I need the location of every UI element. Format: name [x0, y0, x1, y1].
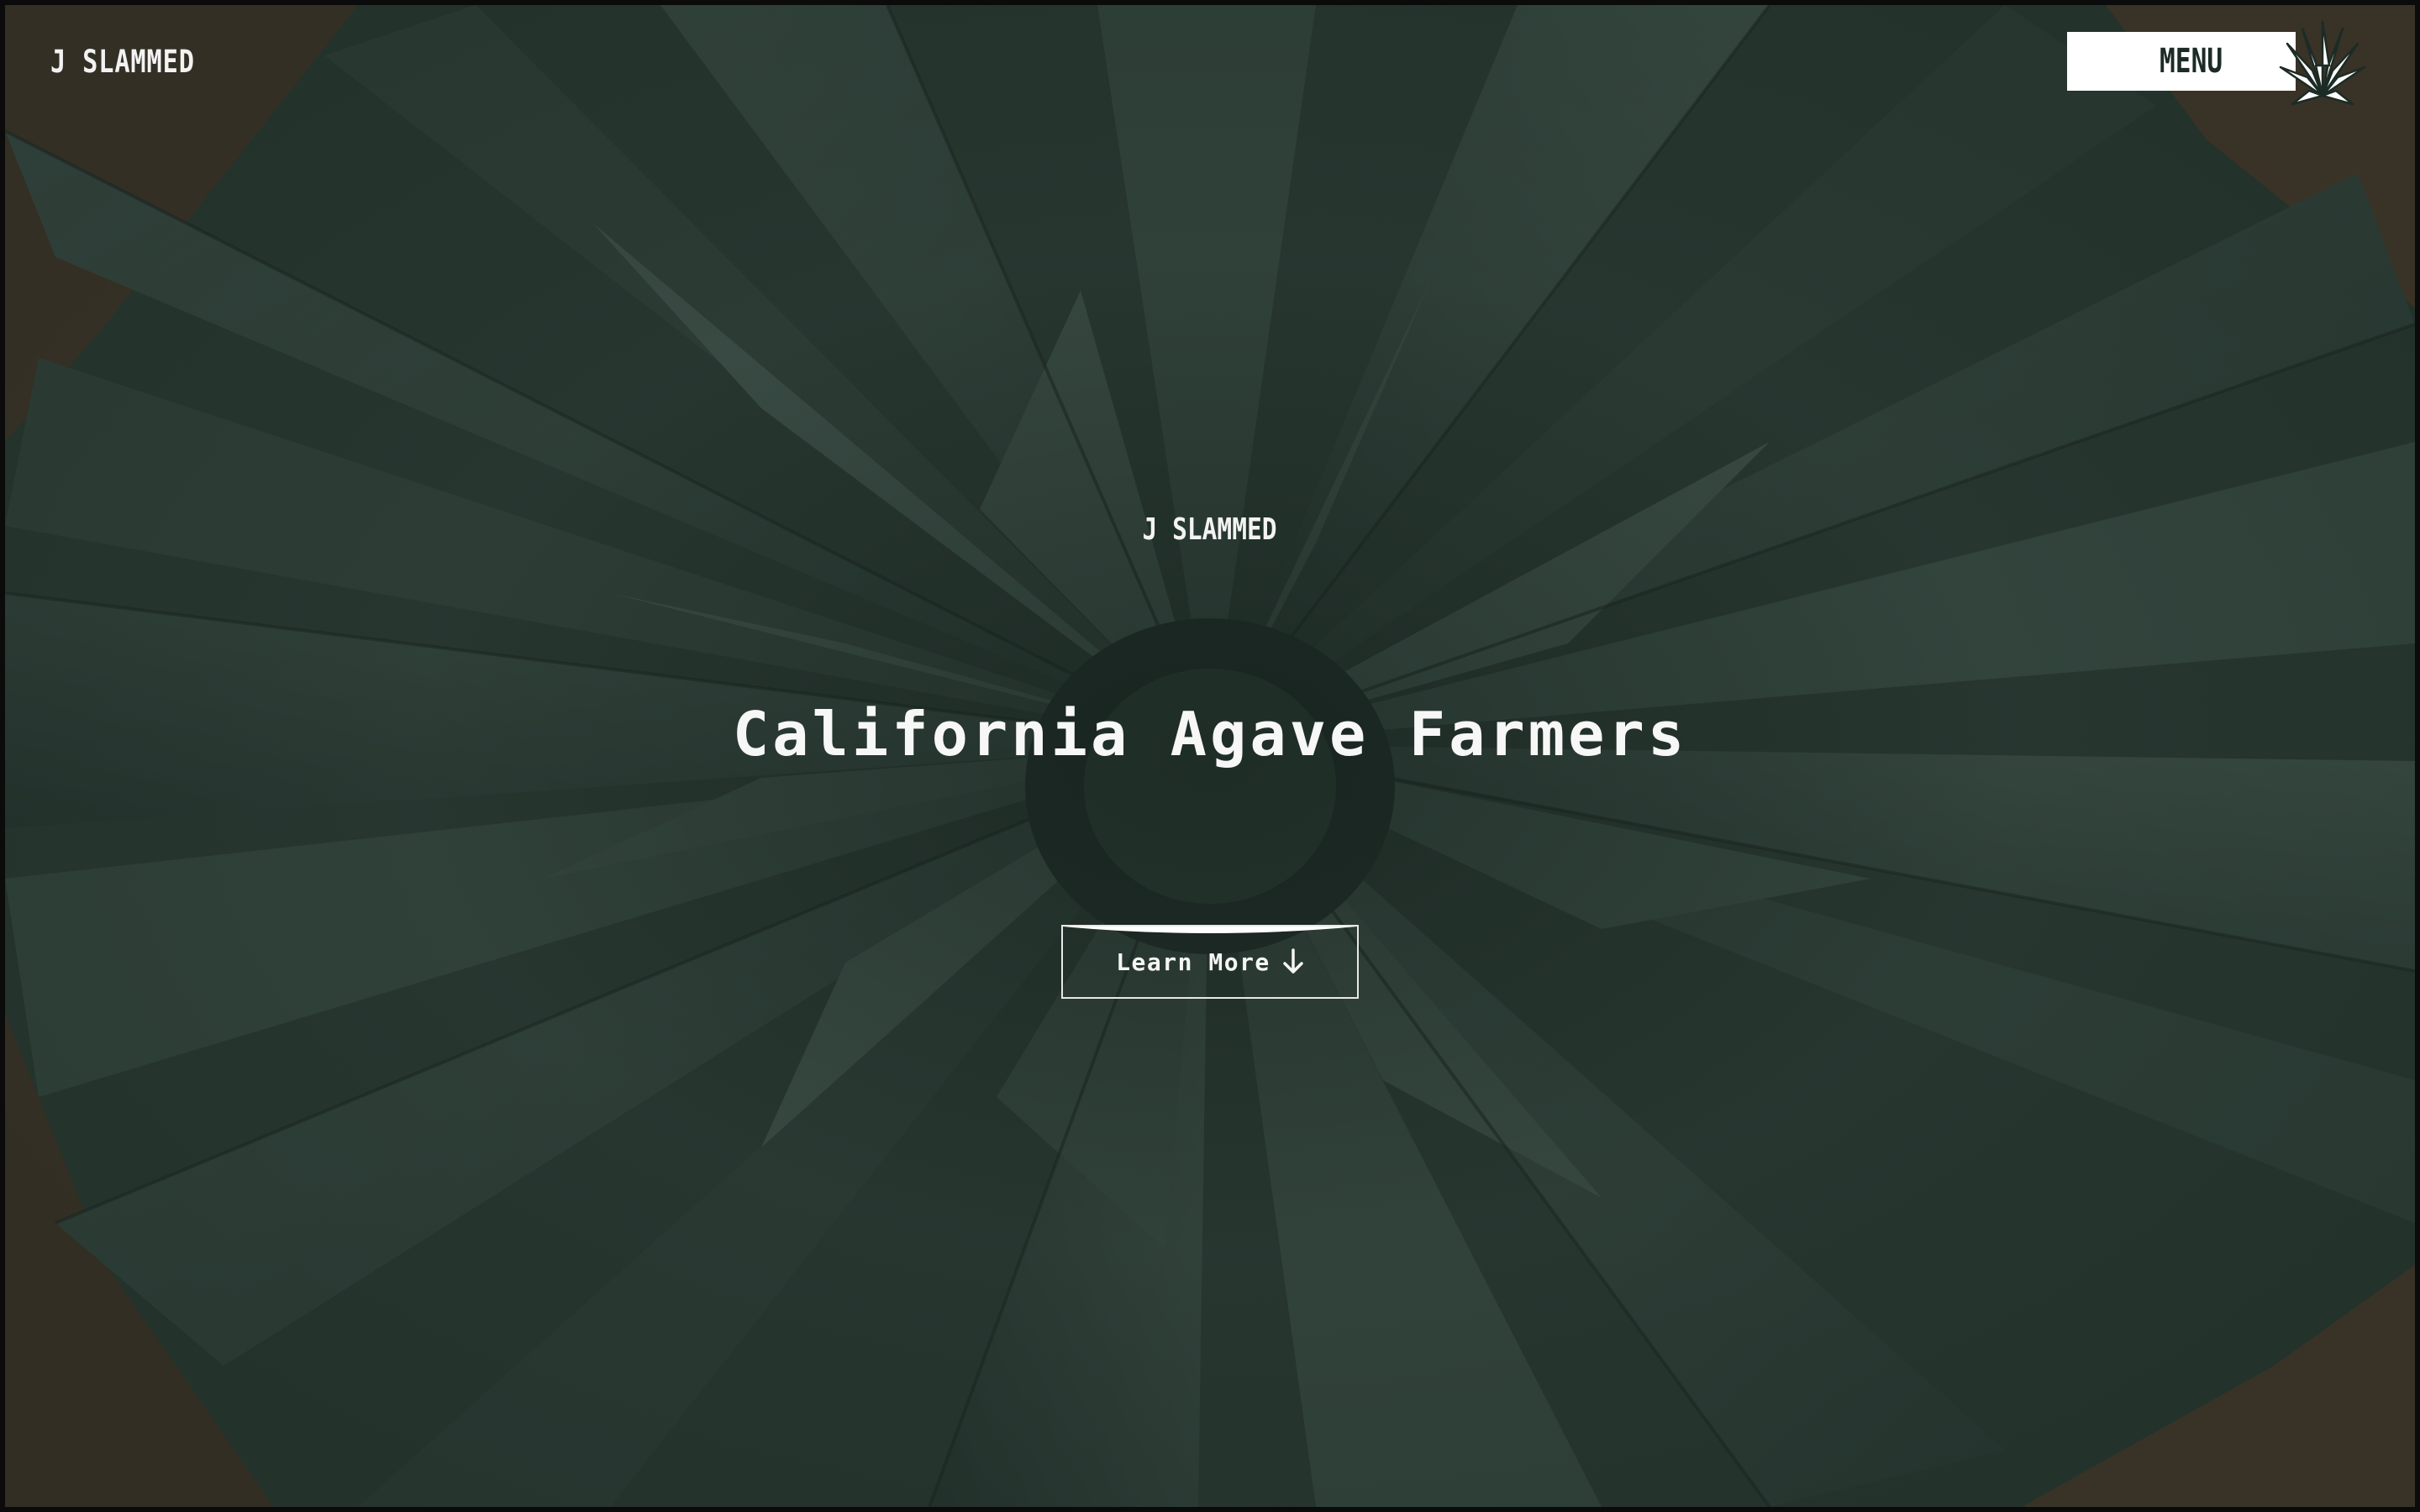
menu-button[interactable]: MENU: [2067, 32, 2296, 91]
arrow-down-icon: [1283, 948, 1303, 974]
hero-brand: J SLAMMED: [5, 512, 2415, 547]
menu-label: MENU: [2160, 42, 2223, 81]
button-swoosh-decoration: [1063, 927, 1357, 933]
hero-brand-text: J SLAMMED: [1143, 512, 1277, 547]
learn-more-label: Learn More: [1116, 948, 1270, 976]
hero-section: J SLAMMED MENU J SLAMMED California Agav…: [5, 5, 2415, 1507]
agave-icon[interactable]: [2275, 18, 2370, 113]
site-logo[interactable]: J SLAMMED: [50, 44, 195, 80]
hero-title: California Agave Farmers: [732, 699, 1688, 769]
learn-more-button[interactable]: Learn More: [1061, 925, 1359, 999]
